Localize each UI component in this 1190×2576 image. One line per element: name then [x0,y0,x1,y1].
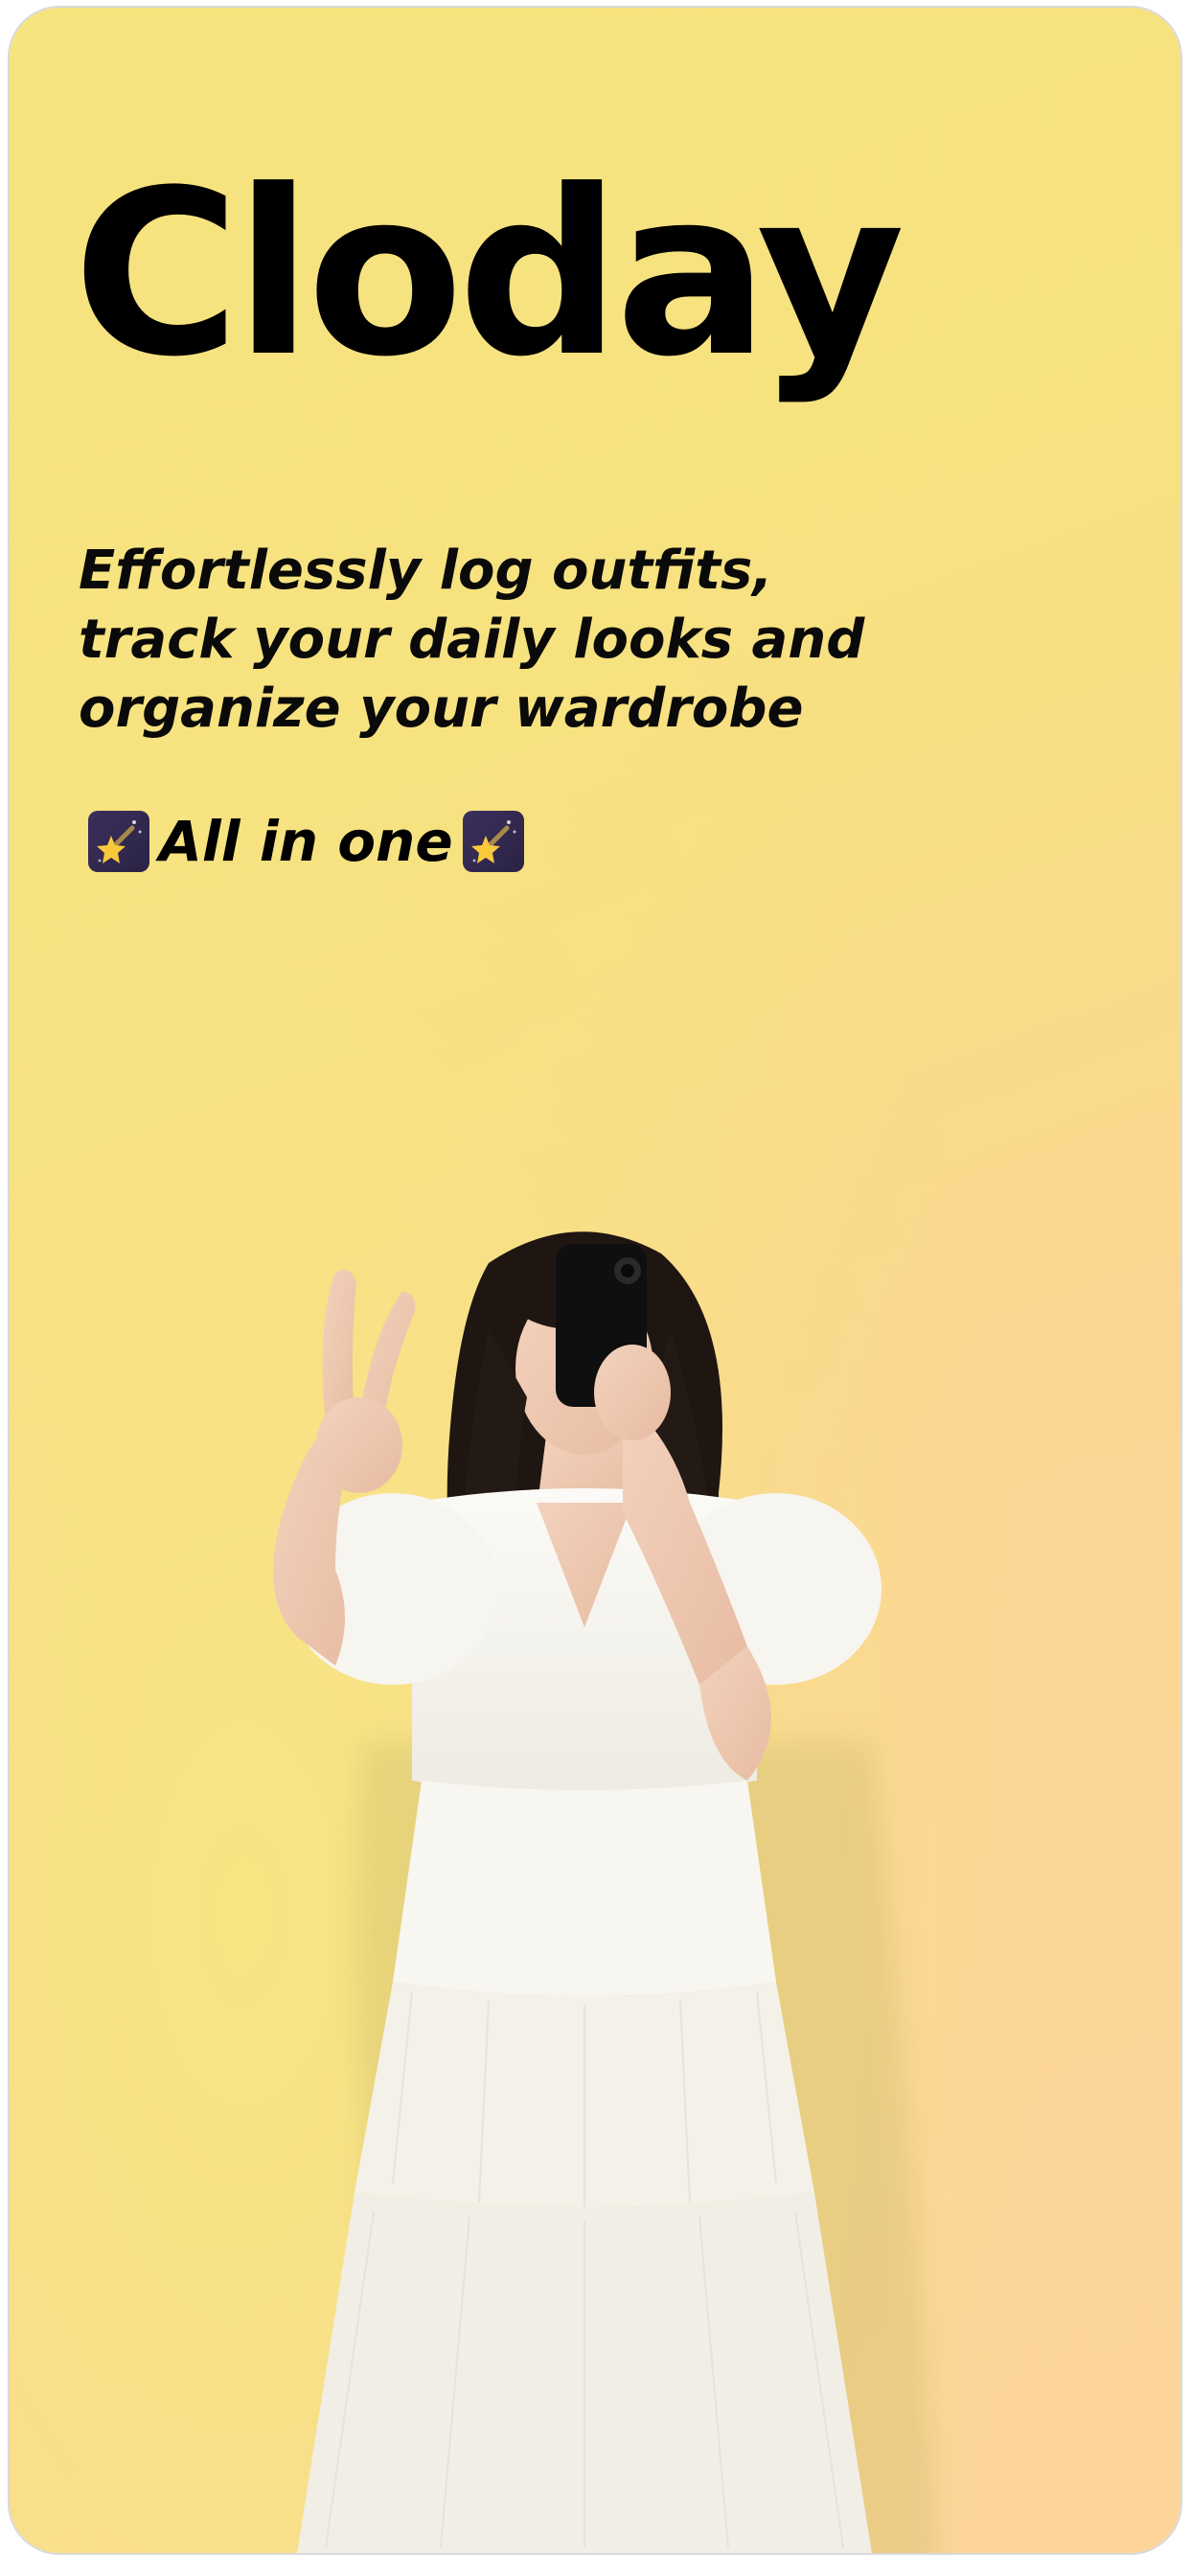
subtagline-text: All in one [159,809,453,874]
hero-photo [273,1231,938,2553]
app-tagline: Effortlessly log outfits, track your dai… [79,540,865,740]
app-title: Cloday [73,142,905,407]
all-in-one-label: All in one [88,811,524,872]
shooting-star-icon [462,811,524,872]
onboarding-screen: Cloday Effortlessly log outfits, track y… [10,8,1180,2553]
shooting-star-icon [88,811,149,872]
